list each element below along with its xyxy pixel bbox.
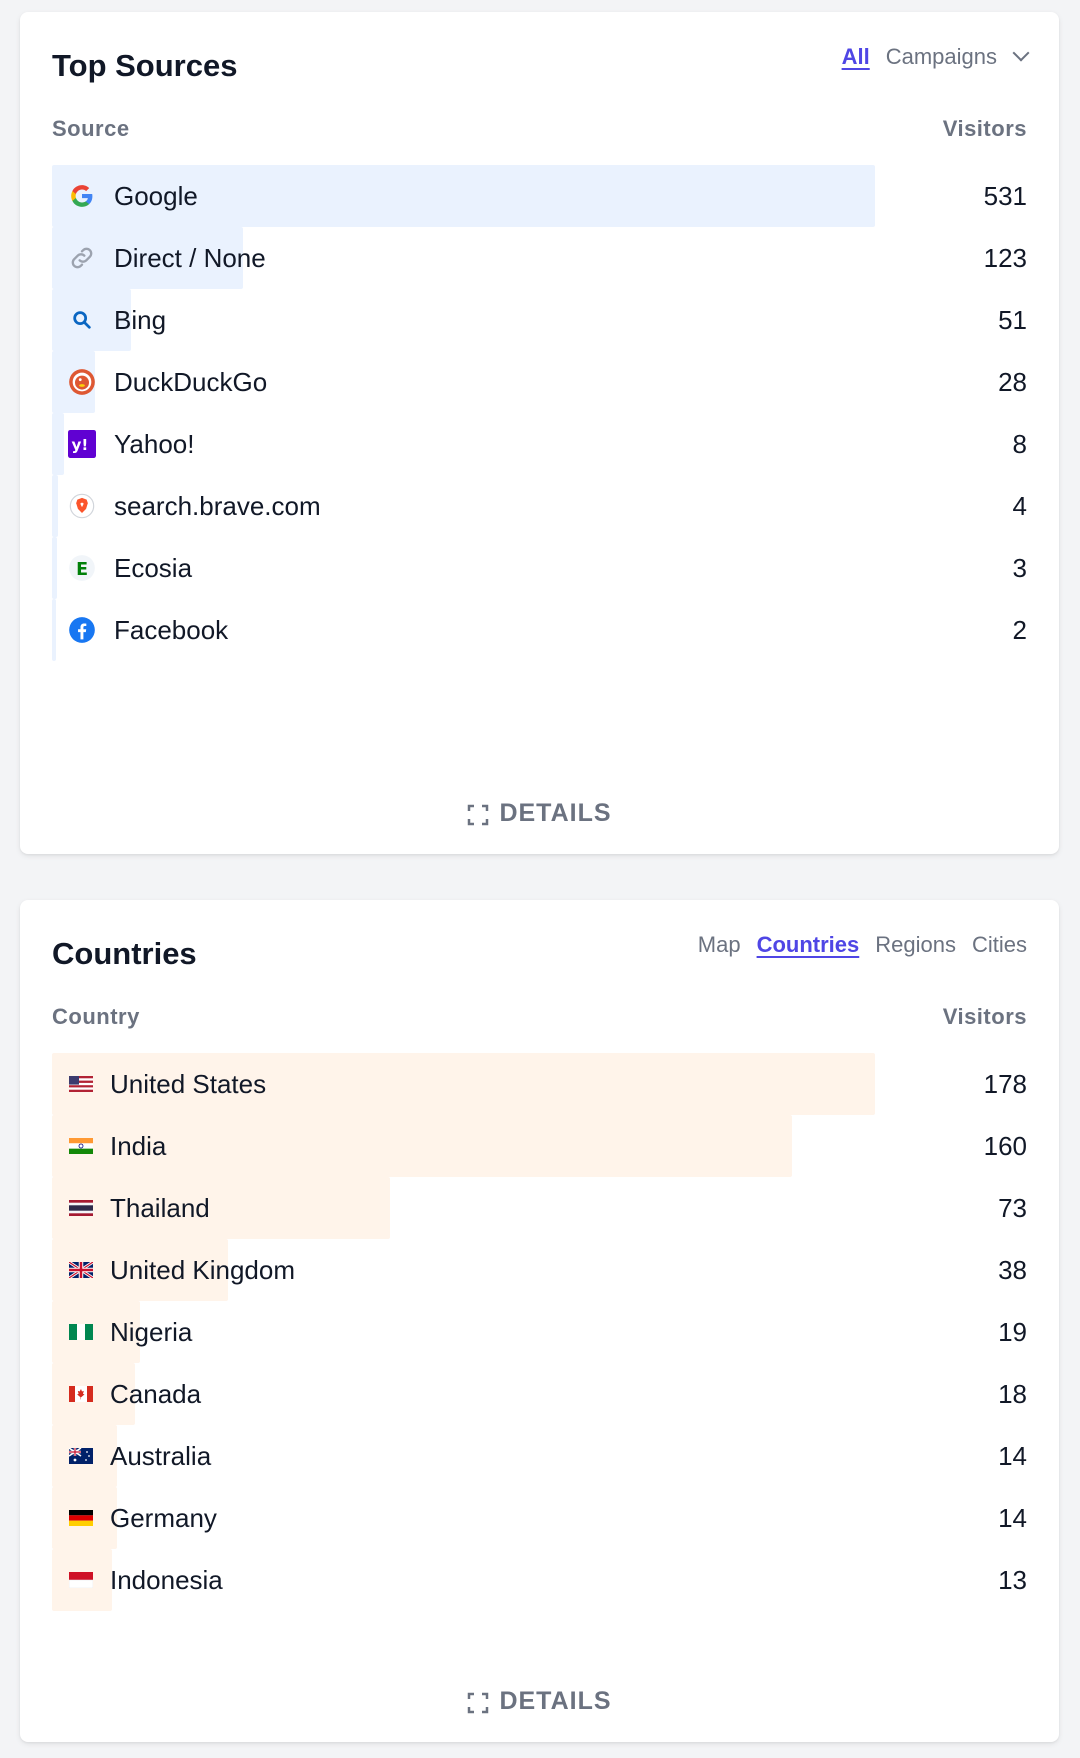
country-row-india[interactable]: India 160 xyxy=(52,1115,1027,1177)
country-label: India xyxy=(110,1130,167,1161)
visitors-count: 8 xyxy=(1012,428,1027,459)
source-row-direct[interactable]: Direct / None 123 xyxy=(52,227,1027,289)
column-header-source: Source xyxy=(52,116,130,141)
expand-icon xyxy=(467,1692,489,1713)
bing-icon xyxy=(68,306,96,334)
indonesia-flag-icon xyxy=(68,1571,94,1589)
country-row-germany[interactable]: Germany 14 xyxy=(52,1487,1027,1549)
source-label: DuckDuckGo xyxy=(114,366,268,397)
country-label: Canada xyxy=(110,1378,202,1409)
sources-list: Google 531 Direct / None 123 Bing 51 Duc… xyxy=(52,165,1027,661)
source-row-duckduckgo[interactable]: DuckDuckGo 28 xyxy=(52,351,1027,413)
chevron-down-icon[interactable] xyxy=(1012,44,1030,62)
australia-flag-icon xyxy=(68,1447,94,1465)
source-row-google[interactable]: Google 531 xyxy=(52,165,1027,227)
source-label: Facebook xyxy=(114,614,229,645)
visitors-count: 4 xyxy=(1012,490,1027,521)
visitors-count: 3 xyxy=(1012,552,1027,583)
source-row-yahoo[interactable]: y! Yahoo! 8 xyxy=(52,413,1027,475)
germany-flag-icon xyxy=(68,1509,94,1527)
yahoo-icon: y! xyxy=(68,430,96,458)
source-row-bing[interactable]: Bing 51 xyxy=(52,289,1027,351)
source-label: Google xyxy=(114,180,198,211)
source-label: Yahoo! xyxy=(114,428,195,459)
visitors-count: 28 xyxy=(998,366,1027,397)
ecosia-icon: E xyxy=(68,554,96,582)
countries-list: United States 178 India 160 Thailand 73 … xyxy=(52,1053,1027,1611)
visitors-count: 531 xyxy=(983,180,1027,211)
country-row-united-kingdom[interactable]: United Kingdom 38 xyxy=(52,1239,1027,1301)
source-label: Direct / None xyxy=(114,242,266,273)
source-row-facebook[interactable]: Facebook 2 xyxy=(52,599,1027,661)
visitors-count: 178 xyxy=(983,1068,1027,1099)
source-label: search.brave.com xyxy=(114,490,321,521)
visitors-count: 14 xyxy=(998,1502,1027,1533)
location-tabs: Map Countries Regions Cities xyxy=(698,932,1027,958)
facebook-icon xyxy=(68,616,96,644)
tab-all[interactable]: All xyxy=(842,44,870,70)
country-label: Indonesia xyxy=(110,1564,223,1595)
svg-text:E: E xyxy=(76,560,88,580)
uk-flag-icon xyxy=(68,1261,94,1279)
country-label: Germany xyxy=(110,1502,217,1533)
brave-icon xyxy=(68,492,96,520)
country-label: Thailand xyxy=(110,1192,210,1223)
details-label: DETAILS xyxy=(499,1687,612,1715)
tab-countries[interactable]: Countries xyxy=(757,932,860,958)
visitors-count: 51 xyxy=(998,304,1027,335)
duckduckgo-icon xyxy=(68,368,96,396)
column-header-visitors: Visitors xyxy=(942,116,1027,141)
nigeria-flag-icon xyxy=(68,1323,94,1341)
country-row-australia[interactable]: Australia 14 xyxy=(52,1425,1027,1487)
country-row-canada[interactable]: Canada 18 xyxy=(52,1363,1027,1425)
visitors-count: 123 xyxy=(983,242,1027,273)
details-label: DETAILS xyxy=(499,799,612,827)
country-label: United Kingdom xyxy=(110,1254,295,1285)
tab-campaigns[interactable]: Campaigns xyxy=(886,44,997,70)
column-header-visitors: Visitors xyxy=(942,1004,1027,1029)
thailand-flag-icon xyxy=(68,1199,94,1217)
visitors-count: 73 xyxy=(998,1192,1027,1223)
country-label: United States xyxy=(110,1068,267,1099)
visitors-count: 38 xyxy=(998,1254,1027,1285)
india-flag-icon xyxy=(68,1137,94,1155)
canada-flag-icon xyxy=(68,1385,94,1403)
top-sources-title: Top Sources xyxy=(52,48,238,83)
country-label: Australia xyxy=(110,1440,212,1471)
source-row-brave[interactable]: search.brave.com 4 xyxy=(52,475,1027,537)
visitors-count: 2 xyxy=(1012,614,1027,645)
country-label: Nigeria xyxy=(110,1316,193,1347)
country-row-indonesia[interactable]: Indonesia 13 xyxy=(52,1549,1027,1611)
visitors-count: 13 xyxy=(998,1564,1027,1595)
visitors-count: 14 xyxy=(998,1440,1027,1471)
source-label: Ecosia xyxy=(114,552,193,583)
countries-details-button[interactable]: DETAILS xyxy=(20,1687,1059,1716)
tab-regions[interactable]: Regions xyxy=(875,932,956,958)
countries-card: Countries Map Countries Regions Cities C… xyxy=(20,900,1059,1742)
svg-text:y!: y! xyxy=(72,436,89,454)
visitors-count: 18 xyxy=(998,1378,1027,1409)
expand-icon xyxy=(467,804,489,825)
top-sources-card: Top Sources All Campaigns Source Visitor… xyxy=(20,12,1059,854)
sources-details-button[interactable]: DETAILS xyxy=(20,799,1059,828)
link-icon xyxy=(68,244,96,272)
sources-switcher: All Campaigns xyxy=(842,44,1030,70)
source-label: Bing xyxy=(114,304,167,335)
column-header-country: Country xyxy=(52,1004,140,1029)
country-row-united-states[interactable]: United States 178 xyxy=(52,1053,1027,1115)
country-row-thailand[interactable]: Thailand 73 xyxy=(52,1177,1027,1239)
tab-map[interactable]: Map xyxy=(698,932,741,958)
google-icon xyxy=(68,182,96,210)
countries-title: Countries xyxy=(52,936,197,971)
us-flag-icon xyxy=(68,1075,94,1093)
tab-cities[interactable]: Cities xyxy=(972,932,1027,958)
visitors-count: 19 xyxy=(998,1316,1027,1347)
visitors-count: 160 xyxy=(983,1130,1027,1161)
source-row-ecosia[interactable]: E Ecosia 3 xyxy=(52,537,1027,599)
country-row-nigeria[interactable]: Nigeria 19 xyxy=(52,1301,1027,1363)
